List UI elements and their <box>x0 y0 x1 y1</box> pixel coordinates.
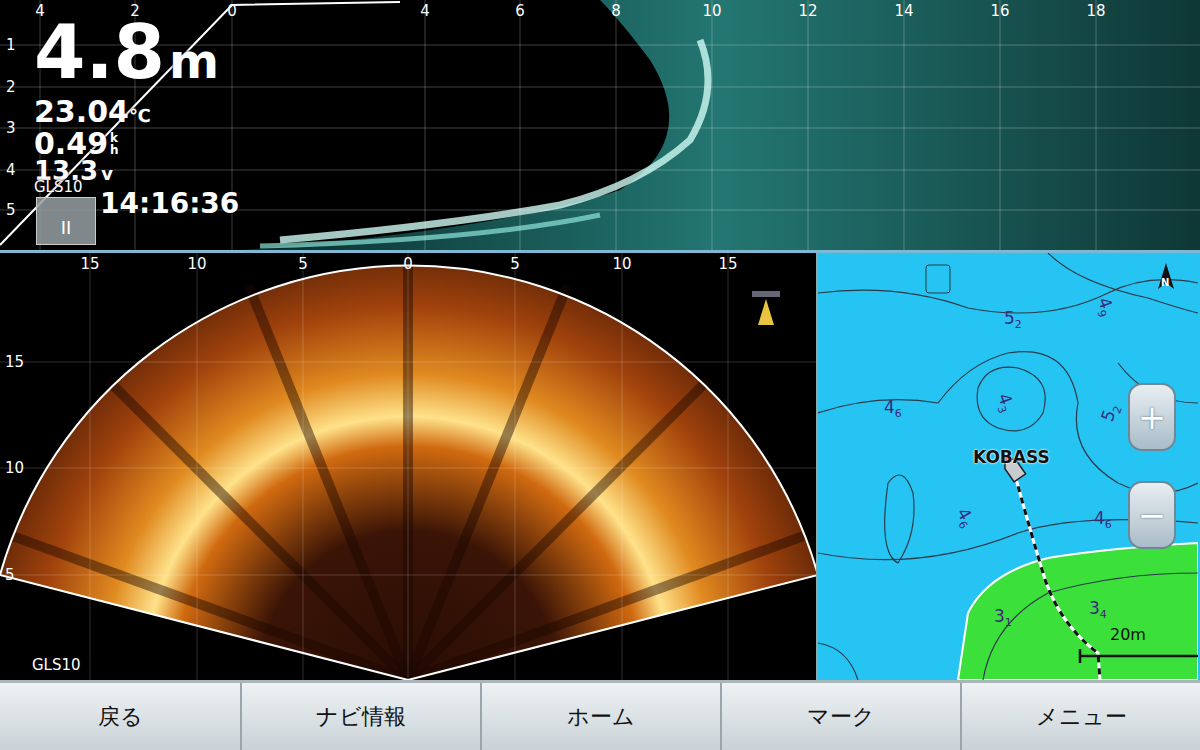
axis-label: 10 <box>612 256 631 272</box>
transducer-icon <box>752 291 780 325</box>
depth-label: 34 <box>1089 599 1107 624</box>
axis-label: 4 <box>420 3 430 19</box>
axis-label: 10 <box>5 460 24 476</box>
menu-button[interactable]: ホーム <box>480 683 720 750</box>
depth-label: 46 <box>884 398 902 423</box>
depth-label: 52 <box>1004 309 1022 334</box>
menu-button[interactable]: 戻る <box>0 683 240 750</box>
boat-label: KOBASS <box>973 447 1050 467</box>
menu-button[interactable]: メニュー <box>960 683 1200 750</box>
pause-button[interactable]: II <box>36 197 96 245</box>
axis-label: 15 <box>718 256 737 272</box>
axis-label: 12 <box>798 3 817 19</box>
axis-label: 15 <box>80 256 99 272</box>
scale-label: 20m <box>1110 625 1146 644</box>
menu-button[interactable]: ナビ情報 <box>240 683 480 750</box>
speed-reading: 0.49kh <box>34 128 119 160</box>
live-sonar-image <box>0 253 818 680</box>
shallow-area <box>958 543 1198 680</box>
scale-bar <box>1080 649 1198 663</box>
axis-label: 10 <box>187 256 206 272</box>
axis-label: 15 <box>5 354 24 370</box>
axis-label: 5 <box>6 202 16 218</box>
lower-panels: 15 10 5 0 5 10 15 15 10 5 GLS10 N 52 49 43 46 52 46 46 31 34… <box>0 253 1200 680</box>
zoom-in-button[interactable]: + <box>1128 383 1176 451</box>
axis-label: 2 <box>6 79 16 95</box>
time-reading: 14:16:36 <box>100 189 239 219</box>
depth-reading: 4.8m <box>34 12 219 101</box>
depth-label: 46 <box>947 505 978 533</box>
axis-label: 6 <box>515 3 525 19</box>
axis-label: 18 <box>1086 3 1105 19</box>
north-label: N <box>1161 277 1169 288</box>
side-scan-panel[interactable]: 4204681012141618123454.8m23.04℃0.49kh13.… <box>0 0 1200 253</box>
depth-label: 43 <box>988 391 1018 416</box>
depth-label: 46 <box>1094 509 1112 534</box>
axis-label: 3 <box>6 120 16 136</box>
menu-button[interactable]: マーク <box>720 683 960 750</box>
button-bar: 戻るナビ情報ホームマークメニュー <box>0 680 1200 750</box>
axis-label: 5 <box>298 256 308 272</box>
source-label: GLS10 <box>32 657 81 673</box>
axis-label: 5 <box>510 256 520 272</box>
depth-label: 52 <box>1098 401 1128 426</box>
temperature-reading: 23.04℃ <box>34 96 151 132</box>
sonar-screen: 4204681012141618123454.8m23.04℃0.49kh13.… <box>0 0 1200 750</box>
axis-label: 4 <box>6 162 16 178</box>
axis-label: 8 <box>611 3 621 19</box>
source-label: GLS10 <box>34 179 83 195</box>
axis-label: 0 <box>403 256 413 272</box>
depth-label: 49 <box>1088 295 1118 320</box>
north-icon <box>1158 263 1174 289</box>
axis-label: 5 <box>5 567 15 583</box>
depth-label: 31 <box>994 607 1012 632</box>
axis-label: 1 <box>6 37 16 53</box>
zoom-out-button[interactable]: − <box>1128 481 1176 549</box>
live-sonar-panel[interactable]: 15 10 5 0 5 10 15 15 10 5 GLS10 <box>0 253 818 680</box>
axis-label: 16 <box>990 3 1009 19</box>
chart-map[interactable]: N 52 49 43 46 52 46 46 31 34 KOBASS + − 20m <box>818 253 1200 680</box>
axis-label: 14 <box>894 3 913 19</box>
axis-label: 0 <box>227 3 237 19</box>
axis-label: 10 <box>702 3 721 19</box>
